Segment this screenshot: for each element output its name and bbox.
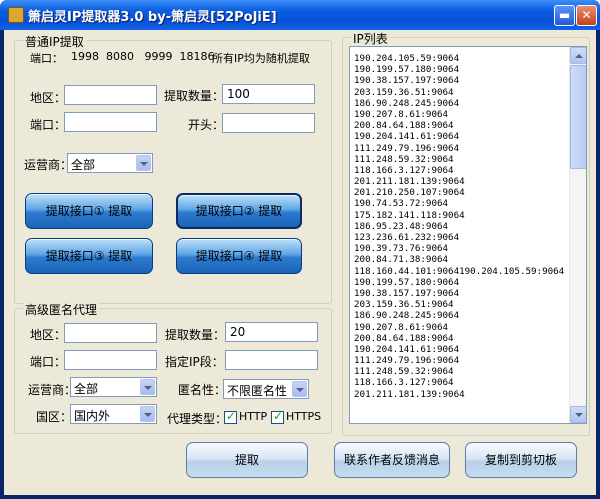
ip-list-line: 190.74.53.72:9064 — [354, 198, 449, 210]
advanced-group-title: 高级匿名代理 — [23, 301, 100, 318]
ip-list-textbox[interactable]: 190.204.105.59:9064 190.199.57.180:9064 19… — [349, 46, 587, 424]
anonymity-select-value: 不限匿名性 — [227, 384, 288, 398]
scroll-thumb[interactable] — [570, 65, 586, 169]
window-title: 箫启灵IP提取器3.0 by-箫启灵[52PoJiE] — [28, 10, 277, 25]
chevron-down-icon — [140, 406, 155, 422]
area-label: 国区： — [36, 410, 73, 424]
ip-list-line: 190.199.57.180:9064 — [354, 276, 460, 288]
ip-list-line: 190.204.141.61:9064 — [354, 343, 460, 355]
app-icon — [8, 7, 24, 23]
random-note: 所有IP均为随机提取 — [212, 52, 310, 65]
ip-list-line: 111.248.59.32:9064 — [354, 366, 454, 378]
ip-list-line: 111.249.79.196:9064 — [354, 355, 460, 367]
ip-list-line: 175.182.141.118:9064 — [354, 209, 465, 221]
adv-qty-input[interactable]: 20 — [225, 322, 318, 342]
ip-list-line: 118.160.44.101:9064190.204.105.59:9064 — [354, 265, 565, 277]
ip-segment-input[interactable] — [225, 350, 318, 370]
http-checkbox[interactable] — [224, 409, 237, 424]
ip-list-line: 186.90.248.245:9064 — [354, 310, 460, 322]
close-button[interactable]: ✕ — [576, 5, 597, 26]
minimize-button[interactable]: ▬ — [554, 5, 575, 26]
ip-list-line: 203.159.36.51:9064 — [354, 299, 454, 311]
ports-label: 端口： — [30, 52, 63, 65]
adv-isp-label: 运营商： — [28, 383, 77, 397]
qty-label: 提取数量： — [164, 89, 225, 103]
https-checkbox-label: HTTPS — [286, 410, 322, 423]
ip-list-title: IP列表 — [351, 30, 390, 47]
chevron-down-icon — [292, 381, 307, 397]
ip-list-line: 190.199.57.180:9064 — [354, 64, 460, 76]
ip-list-line: 190.207.8.61:9064 — [354, 321, 449, 333]
ip-list-line: 200.84.71.38:9064 — [354, 254, 449, 266]
isp-select[interactable]: 全部 — [67, 153, 153, 173]
extract-api-1-button[interactable]: 提取接口① 提取 — [25, 193, 153, 229]
ip-list-line: 190.207.8.61:9064 — [354, 108, 449, 120]
adv-region-label: 地区： — [30, 328, 67, 342]
qty-input[interactable]: 100 — [222, 84, 315, 104]
area-select[interactable]: 国内外 — [70, 404, 157, 424]
chevron-down-icon — [140, 379, 155, 395]
ip-list-line: 118.166.3.127:9064 — [354, 377, 454, 389]
adv-region-input[interactable] — [64, 323, 157, 343]
scroll-up-icon[interactable] — [570, 47, 586, 64]
ip-list-line: 118.166.3.127:9064 — [354, 164, 454, 176]
extract-api-3-button[interactable]: 提取接口③ 提取 — [25, 238, 153, 274]
region-input[interactable] — [64, 85, 157, 105]
ip-list-line: 190.38.157.197:9064 — [354, 75, 460, 87]
app-window: 箫启灵IP提取器3.0 by-箫启灵[52PoJiE] ▬ ✕ 普通IP提取 端… — [0, 0, 600, 499]
ip-list-line: 201.211.181.139:9064 — [354, 388, 465, 400]
copy-to-clipboard-button[interactable]: 复制到剪切板 — [465, 442, 577, 478]
anonymity-select[interactable]: 不限匿名性 — [223, 379, 309, 399]
ip-list-line: 111.248.59.32:9064 — [354, 153, 454, 165]
ip-list-line: 203.159.36.51:9064 — [354, 86, 454, 98]
ip-list-line: 190.38.157.197:9064 — [354, 287, 460, 299]
ip-list-line: 190.204.141.61:9064 — [354, 131, 460, 143]
adv-port-label: 端口： — [30, 355, 67, 369]
extract-button[interactable]: 提取 — [186, 442, 308, 478]
prefix-label: 开头： — [188, 118, 225, 132]
http-checkbox-label: HTTP — [239, 410, 268, 423]
ip-list-line: 186.90.248.245:9064 — [354, 97, 460, 109]
area-select-value: 国内外 — [74, 409, 111, 423]
ip-list-scrollbar[interactable] — [569, 47, 586, 423]
title-bar[interactable]: 箫启灵IP提取器3.0 by-箫启灵[52PoJiE] ▬ ✕ — [0, 0, 600, 30]
isp-label: 运营商： — [24, 158, 73, 172]
ip-list-line: 190.204.105.59:9064 — [354, 53, 460, 64]
port-label: 端口： — [30, 118, 67, 132]
ip-list-line: 190.39.73.76:9064 — [354, 243, 449, 255]
chevron-down-icon — [136, 155, 151, 171]
ports-value: 1998 8080 9999 18186 — [71, 50, 215, 63]
normal-group-title: 普通IP提取 — [23, 33, 86, 50]
ip-list-line: 123.236.61.232:9064 — [354, 232, 460, 243]
ip-list-line: 200.84.64.188:9064 — [354, 120, 454, 132]
ip-list-lines: 190.204.105.59:9064 190.199.57.180:9064 19… — [354, 53, 566, 400]
contact-author-button[interactable]: 联系作者反馈消息 — [334, 442, 450, 478]
ip-list-line: 200.84.64.188:9064 — [354, 332, 454, 344]
adv-qty-label: 提取数量： — [165, 328, 226, 342]
isp-select-value: 全部 — [71, 158, 96, 172]
extract-api-4-button[interactable]: 提取接口④ 提取 — [176, 238, 302, 274]
proxy-type-label: 代理类型： — [167, 412, 228, 426]
adv-isp-select-value: 全部 — [74, 382, 99, 396]
adv-isp-select[interactable]: 全部 — [70, 377, 157, 397]
ip-list-line: 201.210.250.107:9064 — [354, 187, 465, 199]
port-input[interactable] — [64, 112, 157, 132]
ip-segment-label: 指定IP段： — [165, 355, 224, 369]
https-checkbox[interactable] — [271, 409, 284, 424]
anonymity-label: 匿名性： — [178, 383, 227, 397]
adv-port-input[interactable] — [64, 350, 157, 370]
region-label: 地区： — [30, 91, 67, 105]
ip-list-line: 186.95.23.48:9064 — [354, 220, 449, 232]
scroll-down-icon[interactable] — [570, 406, 586, 423]
ip-list-line: 201.211.181.139:9064 — [354, 176, 465, 188]
client-area: 普通IP提取 端口： 1998 8080 9999 18186 所有IP均为随机… — [4, 30, 596, 495]
extract-api-2-button[interactable]: 提取接口② 提取 — [176, 193, 302, 229]
prefix-input[interactable] — [222, 113, 315, 133]
ip-list-line: 111.249.79.196:9064 — [354, 142, 460, 154]
